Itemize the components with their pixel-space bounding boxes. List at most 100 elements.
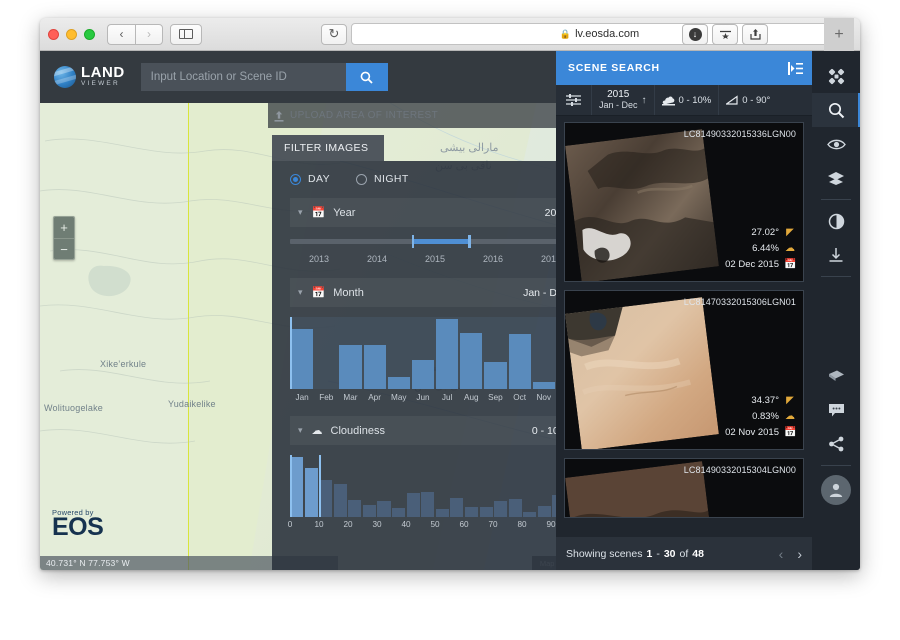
cloudiness-bar: [333, 484, 347, 517]
daynight-radio-group[interactable]: DAY NIGHT: [290, 173, 580, 185]
cloud-range-handle-right[interactable]: [319, 455, 321, 517]
filter-angle-chip[interactable]: 0 - 90°: [719, 85, 777, 115]
close-window-button[interactable]: [48, 28, 59, 40]
upload-aoi-row[interactable]: UPLOAD AREA OF INTEREST: [268, 103, 556, 128]
month-filter-header[interactable]: ▾ 📅 Month Jan - Dec: [290, 278, 580, 307]
nav-buttons[interactable]: ‹ ›: [107, 23, 163, 45]
scene-card[interactable]: LC81490332015304LGN00: [564, 458, 804, 518]
cloudiness-tick-label: 20: [343, 520, 353, 529]
share-tool-button[interactable]: [812, 427, 860, 461]
scene-id: LC81490332015336LGN00: [683, 129, 796, 139]
chat-tool-button[interactable]: [812, 393, 860, 427]
cloudiness-bar: [304, 467, 318, 517]
cloudiness-axis-labels: 0102030405060708090100: [288, 517, 587, 529]
scene-of-label: of: [679, 547, 689, 560]
eos-logo: Powered by EOS: [52, 508, 104, 540]
month-tick-label: May: [391, 393, 407, 402]
share-icon: [828, 436, 843, 452]
cloud-range-handle-left[interactable]: [290, 455, 292, 517]
cloudiness-histogram[interactable]: [290, 455, 581, 517]
angle-icon: ◤: [786, 395, 794, 406]
year-tick-labels: 2013 2014 2015 2016 2017: [290, 252, 580, 264]
chevron-down-icon: ▾: [298, 287, 303, 297]
sort-arrow-icon[interactable]: ↑: [642, 95, 647, 106]
year-filter-header[interactable]: ▾ 📅 Year 2015: [290, 198, 580, 227]
zoom-out-button[interactable]: −: [54, 238, 74, 259]
year-slider[interactable]: [290, 235, 580, 248]
month-tick-label: Nov: [536, 393, 552, 402]
sidebar-icon: [179, 29, 193, 39]
zoom-in-button[interactable]: +: [54, 217, 74, 238]
filter-cloud-chip[interactable]: 0 - 10%: [655, 85, 720, 115]
user-account-button[interactable]: [812, 470, 860, 510]
cloudiness-bar: [479, 507, 493, 517]
toolbar-divider: [821, 276, 851, 277]
calendar-icon: 📅: [784, 259, 797, 270]
tag-tool-button[interactable]: [812, 359, 860, 393]
cloudiness-bar: [406, 493, 420, 517]
satellite-tool-button[interactable]: [812, 59, 860, 93]
radio-day-indicator: [290, 173, 301, 185]
layers-tool-button[interactable]: [812, 161, 860, 195]
scene-date-row: 02 Nov 2015 📅: [725, 425, 796, 441]
cloudiness-bar: [392, 508, 406, 517]
filter-date-chip[interactable]: 2015 Jan - Dec ↑: [592, 85, 655, 115]
bookmarks-button[interactable]: [712, 23, 738, 45]
month-tick-label: Oct: [513, 393, 526, 402]
maximize-window-button[interactable]: [84, 28, 95, 40]
visibility-tool-button[interactable]: [812, 127, 860, 161]
radio-night-indicator: [356, 173, 368, 185]
new-tab-button[interactable]: +: [824, 18, 854, 51]
search-group[interactable]: [140, 63, 388, 91]
map-zoom-controls[interactable]: + −: [53, 216, 75, 260]
month-histogram[interactable]: [290, 317, 580, 389]
radio-night[interactable]: NIGHT: [356, 173, 409, 185]
cloudiness-tick-label: 40: [401, 520, 411, 529]
scene-list-footer: Showing scenes 1 - 30 of 48 ‹ ›: [556, 537, 812, 570]
window-controls[interactable]: [48, 28, 95, 40]
scene-card[interactable]: LC81470332015306LGN01 34.37° ◤ 0.83% ☁ 0…: [564, 290, 804, 450]
logo-line-2: VIEWER: [81, 79, 120, 87]
month-tick-label: Aug: [464, 393, 479, 402]
filter-cloud-label: 0 - 10%: [678, 94, 712, 106]
back-button[interactable]: ‹: [107, 23, 135, 45]
toolbar-actions: ↓: [682, 23, 768, 45]
scene-angle-row: 27.02° ◤: [725, 225, 796, 241]
search-button[interactable]: [345, 63, 388, 91]
search-tool-button[interactable]: [812, 93, 860, 127]
prev-page-button[interactable]: ‹: [779, 546, 784, 562]
filter-sliders-button[interactable]: [556, 85, 592, 115]
radio-day[interactable]: DAY: [290, 173, 330, 185]
scene-list[interactable]: LC81490332015336LGN00 27.02° ◤ 6.44% ☁ 0…: [556, 116, 812, 537]
scene-card[interactable]: LC81490332015336LGN00 27.02° ◤ 6.44% ☁ 0…: [564, 122, 804, 282]
share-button[interactable]: [742, 23, 768, 45]
scene-search-title: SCENE SEARCH: [568, 62, 660, 74]
angle-icon: [726, 95, 738, 105]
cloudiness-tick-label: 60: [459, 520, 469, 529]
eye-icon: [826, 139, 846, 149]
year-tick: 2014: [366, 254, 388, 264]
month-tick-label: Jan: [295, 393, 309, 402]
search-input[interactable]: [140, 63, 346, 91]
month-range-handle-left[interactable]: [290, 317, 292, 389]
year-slider-handle-right[interactable]: [468, 235, 471, 248]
scene-pager[interactable]: ‹ ›: [779, 546, 802, 562]
next-page-button[interactable]: ›: [797, 546, 802, 562]
cloudiness-tick-label: 30: [372, 520, 382, 529]
cloudiness-bar: [421, 492, 435, 517]
radio-day-label: DAY: [308, 173, 331, 185]
cloudiness-filter-header[interactable]: ▾ ☁ Cloudiness 0 - 10%: [290, 416, 580, 445]
collapse-panel-button[interactable]: [778, 51, 812, 85]
contrast-tool-button[interactable]: [812, 204, 860, 238]
year-slider-handle-left[interactable]: [411, 235, 415, 248]
reload-button[interactable]: ↻: [321, 23, 347, 45]
download-tool-button[interactable]: [812, 238, 860, 272]
cloudiness-tick-label: 70: [488, 520, 498, 529]
lock-icon: 🔒: [559, 28, 572, 39]
address-bar[interactable]: 🔒 lv.eosda.com: [351, 23, 848, 45]
landviewer-logo[interactable]: LAND VIEWER: [54, 65, 125, 89]
forward-button[interactable]: ›: [135, 23, 163, 45]
downloads-button[interactable]: ↓: [682, 23, 708, 45]
sidebar-toggle-button[interactable]: [170, 23, 202, 45]
minimize-window-button[interactable]: [66, 28, 77, 40]
